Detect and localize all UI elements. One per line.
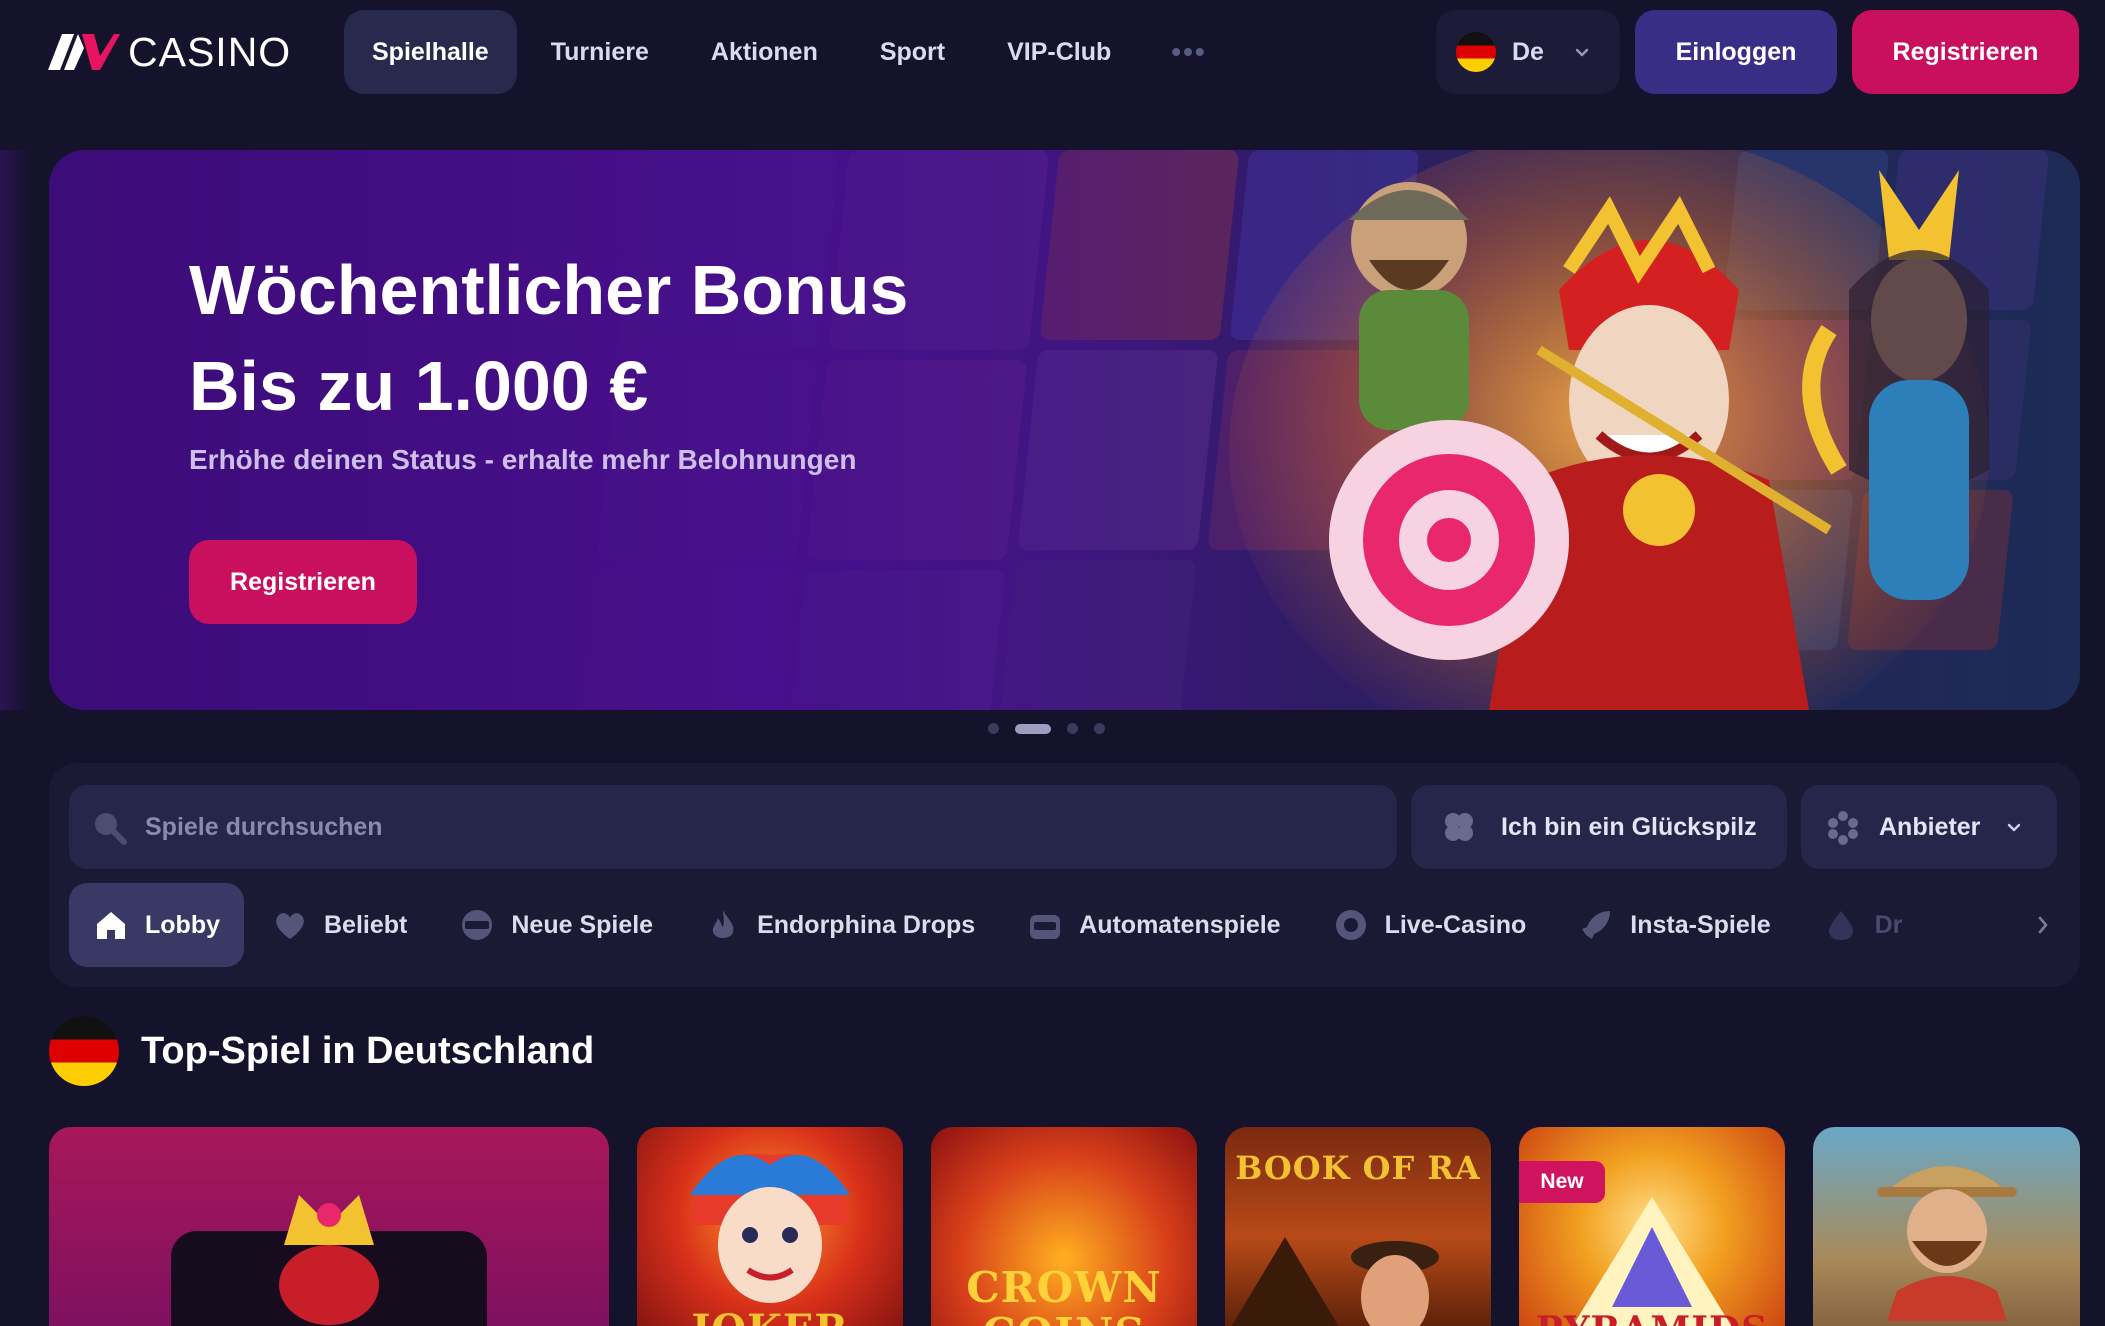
nav-spielhalle[interactable]: Spielhalle (344, 10, 517, 94)
category-label: Neue Spiele (511, 910, 654, 939)
language-label: De (1512, 37, 1544, 66)
rocket-icon (1582, 911, 1611, 939)
carousel-dots (988, 723, 1105, 734)
hero-characters-illustration (1229, 150, 1989, 710)
previous-slide-peek (0, 150, 30, 710)
category-endorphina-drops[interactable]: Endorphina Drops (681, 883, 999, 967)
game-card[interactable] (49, 1127, 609, 1326)
logo-text: CASINO (128, 28, 292, 75)
category-label: Insta-Spiele (1630, 910, 1771, 939)
category-label: Beliebt (324, 910, 408, 939)
hero-banner[interactable]: Wöchentlicher Bonus Bis zu 1.000 € Erhöh… (49, 150, 2080, 710)
game-title: PYRAMIDS (1519, 1309, 1785, 1326)
hero-title-line-1: Wöchentlicher Bonus (189, 251, 909, 329)
category-live-casino[interactable]: Live-Casino (1309, 883, 1551, 967)
game-card[interactable]: New PYRAMIDS (1519, 1127, 1785, 1326)
home-icon (97, 912, 125, 939)
category-beliebt[interactable]: Beliebt (248, 883, 431, 967)
hero-subtitle: Erhöhe deinen Status - erhalte mehr Belo… (189, 444, 857, 475)
nav-aktionen[interactable]: Aktionen (683, 10, 846, 94)
pyramid-icon (1572, 1197, 1732, 1326)
game-card[interactable]: CROWN COINS (931, 1127, 1197, 1326)
game-title: CROWN COINS (966, 1263, 1162, 1326)
login-button[interactable]: Einloggen (1635, 10, 1837, 94)
casino-logo[interactable]: CASINO (48, 28, 292, 75)
germany-flag-icon (49, 1016, 119, 1086)
game-title: JOKER (637, 1306, 903, 1326)
chevron-down-icon (1575, 48, 1589, 57)
game-card[interactable]: JOKER (637, 1127, 903, 1326)
slot-machine-icon (1030, 915, 1061, 939)
game-title: BOOK OF RA (1235, 1149, 1481, 1187)
search-box[interactable] (69, 785, 1397, 869)
hero-title-line-2: Bis zu 1.000 € (189, 347, 649, 425)
search-icon (95, 813, 127, 845)
chevron-down-icon (2008, 823, 2021, 832)
top-header: CASINO Spielhalle Turniere Aktionen Spor… (0, 0, 2105, 104)
carousel-dot-3[interactable] (1067, 723, 1078, 734)
crown-icon (279, 1195, 379, 1325)
fisherman-icon (1877, 1166, 2017, 1321)
main-nav: Spielhalle Turniere Aktionen Sport VIP-C… (344, 10, 1233, 94)
lucky-button[interactable]: Ich bin ein Glückspilz (1411, 785, 1787, 869)
game-card[interactable] (1813, 1127, 2080, 1326)
nav-sport[interactable]: Sport (852, 10, 973, 94)
provider-label: Anbieter (1879, 812, 1981, 841)
category-insta-spiele[interactable]: Insta-Spiele (1554, 883, 1794, 967)
lucky-label: Ich bin ein Glückspilz (1501, 812, 1757, 841)
category-label: Automatenspiele (1079, 910, 1281, 939)
carousel-dot-1[interactable] (988, 723, 999, 734)
flame-icon (712, 910, 734, 938)
ellipsis-icon: ••• (1171, 36, 1207, 67)
carousel-dot-2[interactable] (1015, 723, 1051, 734)
category-neue-spiele[interactable]: Neue Spiele (435, 883, 677, 967)
search-input[interactable] (145, 812, 1345, 842)
nav-turniere[interactable]: Turniere (523, 10, 677, 94)
section-title: Top-Spiel in Deutschland (141, 1029, 595, 1072)
pyramid-scene-icon (1231, 1237, 1439, 1326)
new-badge: New (1519, 1161, 1605, 1203)
chip-icon (1335, 910, 1366, 940)
category-lobby[interactable]: Lobby (69, 883, 244, 967)
nav-vip-club[interactable]: VIP-Club (979, 10, 1139, 94)
category-label: Live-Casino (1384, 910, 1527, 939)
logo-mark-icon (48, 34, 120, 70)
clover-icon (1445, 813, 1473, 841)
game-filter-panel: Ich bin ein Glückspilz Anbieter Lobby Be (49, 763, 2080, 987)
chevron-right-icon[interactable] (2029, 911, 2057, 939)
language-selector[interactable]: De (1436, 10, 1620, 94)
provider-dropdown[interactable]: Anbieter (1801, 785, 2057, 869)
carousel-dot-4[interactable] (1094, 723, 1105, 734)
category-label: Lobby (145, 910, 220, 939)
category-automatenspiele[interactable]: Automatenspiele (1003, 883, 1304, 967)
game-grid: JOKER CROWN COINS BOOK OF RA New PYRAMID… (49, 1127, 2080, 1326)
category-label: Dr (1874, 910, 1903, 939)
category-label: Endorphina Drops (757, 910, 976, 939)
joker-face-icon (690, 1153, 850, 1303)
germany-flag-icon (1456, 32, 1496, 72)
category-drops[interactable]: Dr (1799, 883, 1927, 967)
heart-icon (276, 913, 304, 939)
hero-title: Wöchentlicher Bonus Bis zu 1.000 € (189, 242, 908, 434)
more-menu-button[interactable]: ••• (1145, 10, 1232, 94)
game-card[interactable]: BOOK OF RA (1225, 1127, 1491, 1326)
category-tabs: Lobby Beliebt Neue Spiele Endorphina Dro… (69, 883, 1926, 967)
new-badge-icon (462, 910, 493, 940)
register-button[interactable]: Registrieren (1852, 10, 2079, 94)
section-header: Top-Spiel in Deutschland (49, 1015, 594, 1087)
drops-icon (1828, 911, 1853, 940)
providers-grid-icon (1828, 811, 1858, 845)
hero-register-button[interactable]: Registrieren (189, 540, 417, 624)
